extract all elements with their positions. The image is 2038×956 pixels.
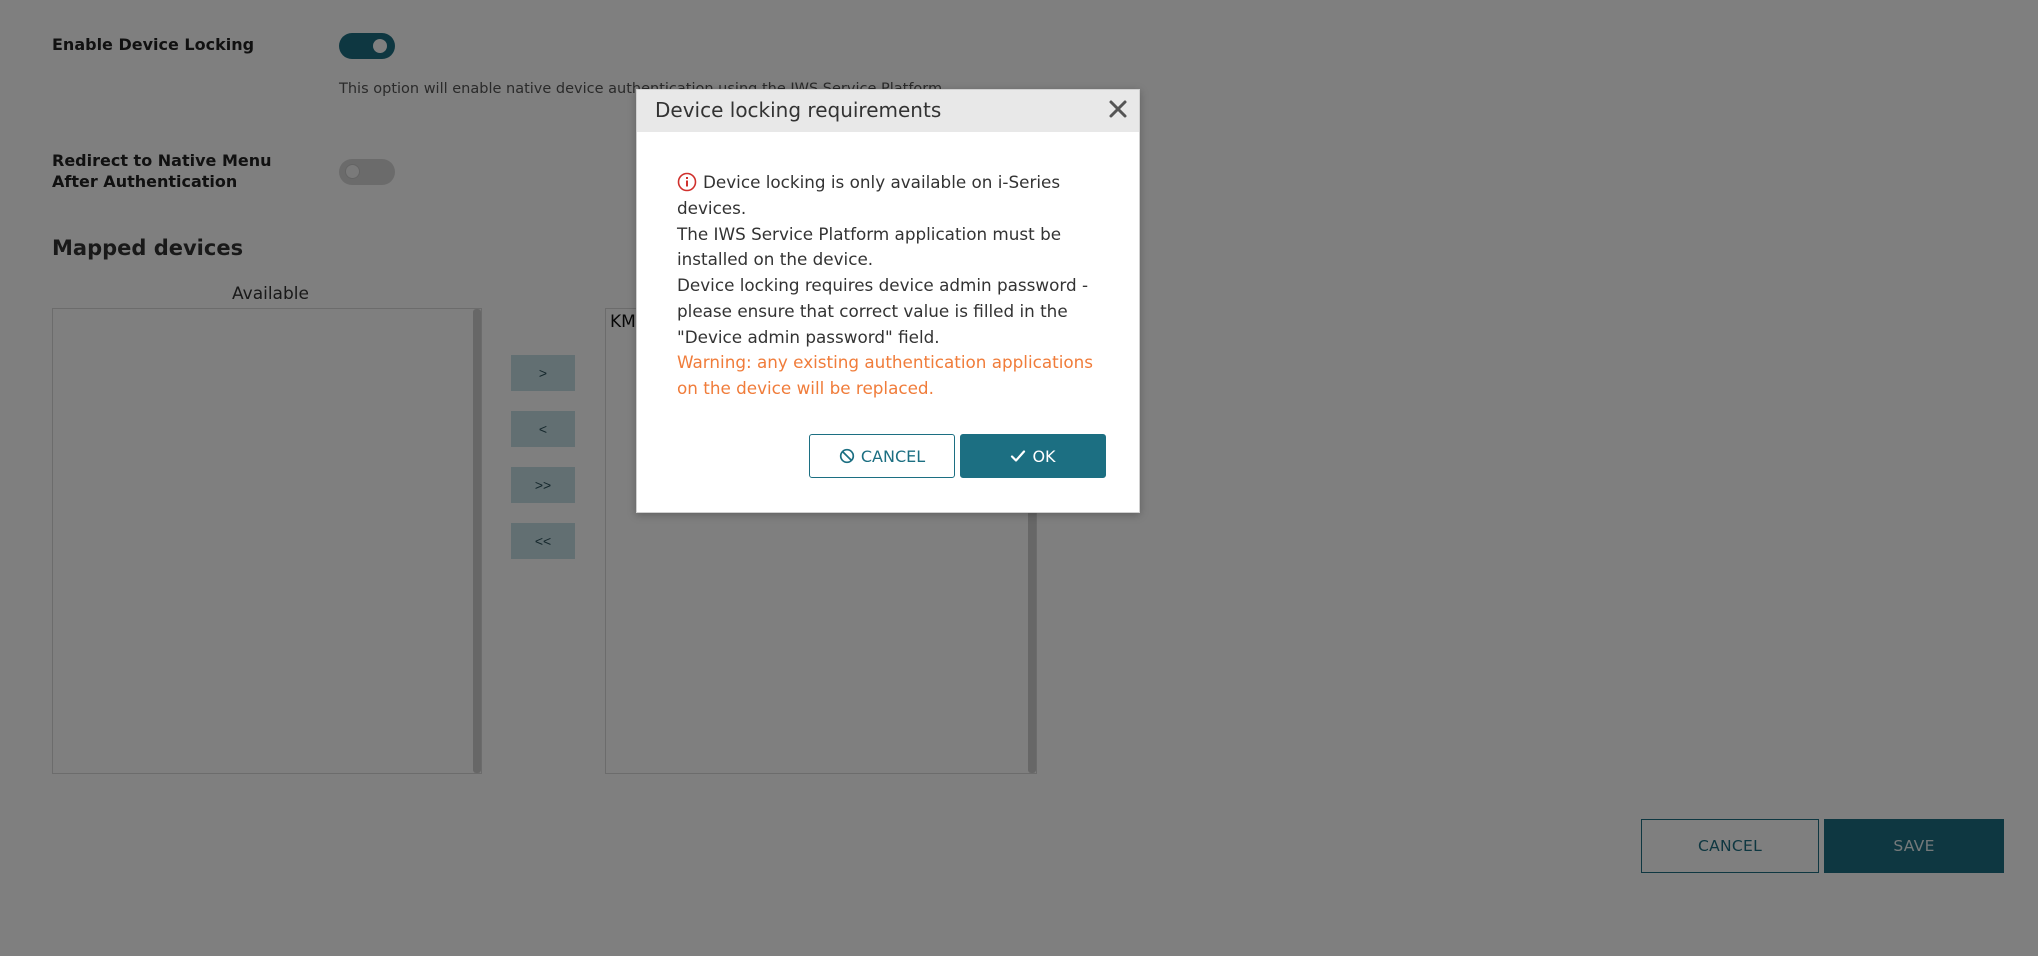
- dialog-body: Device locking is only available on i-Se…: [677, 170, 1117, 351]
- info-circle-icon: [677, 172, 697, 192]
- dialog-ok-button[interactable]: OK: [960, 434, 1106, 478]
- ban-icon: [839, 448, 855, 464]
- dialog-cancel-label: CANCEL: [860, 446, 926, 466]
- dialog-header: Device locking requirements: [637, 90, 1139, 132]
- requirement-line-1: Device locking is only available on i-Se…: [677, 170, 1117, 222]
- check-icon: [1011, 450, 1026, 462]
- dialog-warning: Warning: any existing authentication app…: [677, 352, 1094, 398]
- close-icon[interactable]: [1105, 96, 1131, 122]
- requirement-line-2: The IWS Service Platform application mus…: [677, 223, 1062, 270]
- dialog-cancel-button[interactable]: CANCEL: [809, 434, 955, 478]
- dialog-ok-label: OK: [1032, 446, 1056, 466]
- requirement-text-1: Device locking is only available on i-Se…: [677, 172, 1061, 218]
- dialog-title: Device locking requirements: [655, 98, 942, 122]
- requirement-line-3: Device locking requires device admin pas…: [677, 275, 1089, 347]
- device-locking-dialog: Device locking requirements Device locki…: [636, 89, 1140, 513]
